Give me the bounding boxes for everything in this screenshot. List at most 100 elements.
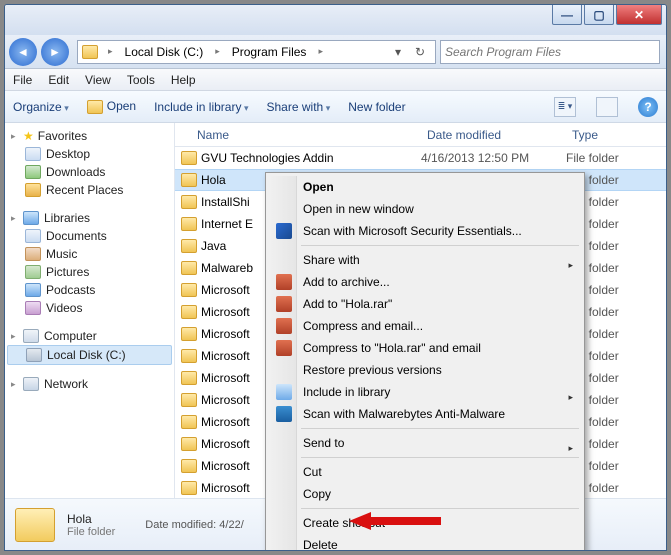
ctx-scan-mse[interactable]: Scan with Microsoft Security Essentials.… (269, 220, 581, 242)
navigation-pane: ★Favorites Desktop Downloads Recent Plac… (5, 123, 175, 498)
forward-button[interactable]: ► (41, 38, 69, 66)
archive-icon (276, 318, 292, 334)
preview-pane-button[interactable] (596, 97, 618, 117)
col-type[interactable]: Type (566, 128, 666, 142)
nav-podcasts[interactable]: Podcasts (7, 281, 172, 299)
nav-network[interactable]: Network (7, 375, 172, 393)
col-date[interactable]: Date modified (421, 128, 566, 142)
file-name: Microsoft (201, 349, 250, 363)
folder-icon (181, 415, 197, 429)
details-name: Hola (67, 512, 115, 526)
nav-favorites[interactable]: ★Favorites (7, 127, 172, 145)
open-button[interactable]: Open (107, 99, 136, 113)
file-name: Microsoft (201, 371, 250, 385)
malwarebytes-icon (276, 406, 292, 422)
search-box[interactable] (440, 40, 660, 64)
refresh-icon[interactable]: ↻ (409, 45, 431, 59)
details-folder-icon (15, 508, 55, 542)
shield-icon (276, 223, 292, 239)
organize-button[interactable]: Organize (13, 100, 69, 114)
ctx-open-new-window[interactable]: Open in new window (269, 198, 581, 220)
file-name: Malwareb (201, 261, 253, 275)
nav-pictures[interactable]: Pictures (7, 263, 172, 281)
ctx-compress-hola-email[interactable]: Compress to "Hola.rar" and email (269, 337, 581, 359)
close-button[interactable]: ✕ (616, 5, 662, 25)
file-name: GVU Technologies Addin (201, 151, 334, 165)
menu-help[interactable]: Help (171, 73, 196, 87)
library-icon (276, 384, 292, 400)
folder-icon (181, 481, 197, 495)
file-name: Microsoft (201, 393, 250, 407)
file-name: InstallShi (201, 195, 250, 209)
menu-tools[interactable]: Tools (127, 73, 155, 87)
include-library-button[interactable]: Include in library (154, 100, 248, 114)
menu-file[interactable]: File (13, 73, 32, 87)
file-name: Hola (201, 173, 226, 187)
file-date: 4/16/2013 12:50 PM (421, 151, 566, 165)
nav-local-disk-c[interactable]: Local Disk (C:) (7, 345, 172, 365)
nav-documents[interactable]: Documents (7, 227, 172, 245)
titlebar[interactable]: — ▢ ✕ (5, 5, 666, 35)
folder-icon (181, 173, 197, 187)
ctx-add-hola-rar[interactable]: Add to "Hola.rar" (269, 293, 581, 315)
command-bar: Organize Open Include in library Share w… (5, 91, 666, 123)
folder-icon (181, 283, 197, 297)
file-name: Microsoft (201, 459, 250, 473)
folder-icon (181, 195, 197, 209)
archive-icon (276, 340, 292, 356)
menu-view[interactable]: View (85, 73, 111, 87)
details-modified: Date modified: 4/22/ (145, 519, 243, 531)
back-button[interactable]: ◄ (9, 38, 37, 66)
breadcrumb-folder[interactable]: Program Files (226, 45, 313, 59)
ctx-send-to[interactable]: Send to (269, 432, 581, 454)
folder-icon (181, 437, 197, 451)
ctx-delete[interactable]: Delete (269, 534, 581, 551)
ctx-include-library[interactable]: Include in library (269, 381, 581, 403)
file-name: Microsoft (201, 283, 250, 297)
ctx-share-with[interactable]: Share with (269, 249, 581, 271)
search-input[interactable] (445, 45, 655, 59)
folder-icon (181, 261, 197, 275)
folder-icon (181, 239, 197, 253)
col-name[interactable]: Name (175, 128, 421, 142)
new-folder-button[interactable]: New folder (348, 100, 405, 114)
file-name: Java (201, 239, 226, 253)
ctx-open[interactable]: Open (269, 176, 581, 198)
folder-icon (181, 327, 197, 341)
nav-downloads[interactable]: Downloads (7, 163, 172, 181)
explorer-window: — ▢ ✕ ◄ ► ▸ Local Disk (C:) ▸ Program Fi… (4, 4, 667, 551)
share-with-button[interactable]: Share with (267, 100, 331, 114)
file-name: Microsoft (201, 305, 250, 319)
nav-recent-places[interactable]: Recent Places (7, 181, 172, 199)
nav-music[interactable]: Music (7, 245, 172, 263)
folder-icon (181, 349, 197, 363)
file-row[interactable]: GVU Technologies Addin 4/16/2013 12:50 PM… (175, 147, 666, 169)
file-name: Internet E (201, 217, 253, 231)
ctx-restore-versions[interactable]: Restore previous versions (269, 359, 581, 381)
ctx-add-archive[interactable]: Add to archive... (269, 271, 581, 293)
open-icon (87, 100, 103, 114)
nav-videos[interactable]: Videos (7, 299, 172, 317)
file-name: Microsoft (201, 481, 250, 495)
address-dropdown-icon[interactable]: ▾ (387, 45, 409, 59)
nav-desktop[interactable]: Desktop (7, 145, 172, 163)
file-name: Microsoft (201, 327, 250, 341)
ctx-compress-email[interactable]: Compress and email... (269, 315, 581, 337)
ctx-copy[interactable]: Copy (269, 483, 581, 505)
folder-icon (181, 217, 197, 231)
view-options-button[interactable]: ≣ ▾ (554, 97, 576, 117)
column-headers: Name Date modified Type (175, 123, 666, 147)
address-bar[interactable]: ▸ Local Disk (C:) ▸ Program Files ▸ ▾ ↻ (77, 40, 436, 64)
ctx-scan-malwarebytes[interactable]: Scan with Malwarebytes Anti-Malware (269, 403, 581, 425)
minimize-button[interactable]: — (552, 5, 582, 25)
menu-edit[interactable]: Edit (48, 73, 69, 87)
nav-computer[interactable]: Computer (7, 327, 172, 345)
ctx-cut[interactable]: Cut (269, 461, 581, 483)
help-icon[interactable]: ? (638, 97, 658, 117)
nav-libraries[interactable]: Libraries (7, 209, 172, 227)
breadcrumb-root[interactable]: Local Disk (C:) (119, 45, 210, 59)
maximize-button[interactable]: ▢ (584, 5, 614, 25)
folder-icon (181, 151, 197, 165)
file-name: Microsoft (201, 437, 250, 451)
folder-icon (181, 459, 197, 473)
